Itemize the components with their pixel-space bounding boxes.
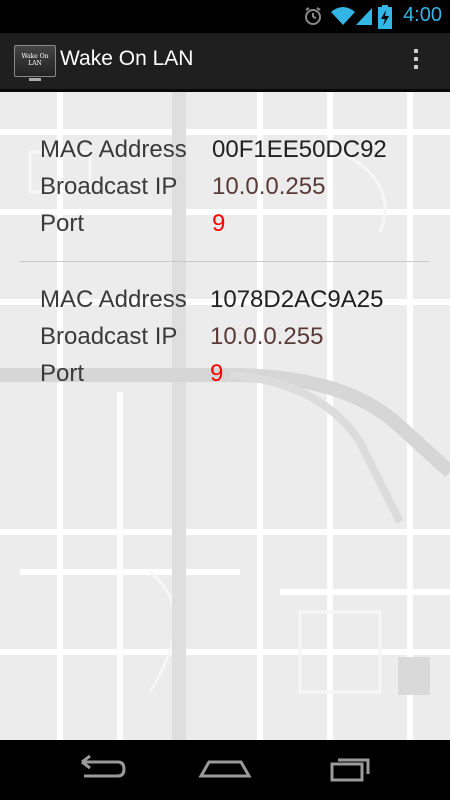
mac-label: MAC Address: [40, 136, 187, 163]
app-icon: Wake On LAN: [14, 45, 56, 81]
broadcast-label: Broadcast IP: [40, 323, 178, 350]
broadcast-value: 10.0.0.255: [210, 323, 324, 350]
entry-divider: [20, 261, 430, 262]
broadcast-value: 10.0.0.255: [212, 173, 326, 200]
port-label: Port: [40, 360, 85, 387]
home-icon: [198, 760, 252, 778]
mac-label: MAC Address: [40, 286, 187, 313]
navigation-bar: [0, 740, 450, 800]
action-bar: Wake On LAN Wake On LAN: [0, 33, 450, 92]
port-value: 9: [210, 360, 224, 387]
app-icon-text: Wake On LAN: [21, 53, 49, 67]
status-time: 4:00: [403, 4, 442, 26]
home-button[interactable]: [195, 752, 255, 788]
signal-icon: [354, 5, 374, 31]
back-icon: [81, 754, 126, 778]
alarm-icon: [302, 5, 324, 31]
device-entry-1[interactable]: MAC Address 00F1EE50DC92 Broadcast IP 10…: [0, 128, 450, 264]
app-title: Wake On LAN: [60, 47, 194, 70]
port-value: 9: [212, 210, 226, 237]
back-button[interactable]: [70, 752, 130, 788]
phone-screen: 4:00 Wake On LAN Wake On LAN MAC Address…: [0, 0, 450, 800]
mac-value: 1078D2AC9A25: [210, 286, 384, 313]
battery-charging-icon: [378, 5, 392, 33]
device-entry-2[interactable]: MAC Address 1078D2AC9A25 Broadcast IP 10…: [0, 280, 450, 416]
main-content: MAC Address 00F1EE50DC92 Broadcast IP 10…: [0, 92, 450, 740]
recent-apps-icon: [330, 758, 370, 782]
wifi-icon: [330, 5, 356, 31]
overflow-menu-icon[interactable]: [408, 45, 424, 75]
recent-apps-button[interactable]: [322, 752, 382, 788]
monitor-stand: [29, 78, 41, 81]
status-bar: 4:00: [0, 0, 450, 33]
mac-value: 00F1EE50DC92: [212, 136, 387, 163]
broadcast-label: Broadcast IP: [40, 173, 178, 200]
port-label: Port: [40, 210, 85, 237]
